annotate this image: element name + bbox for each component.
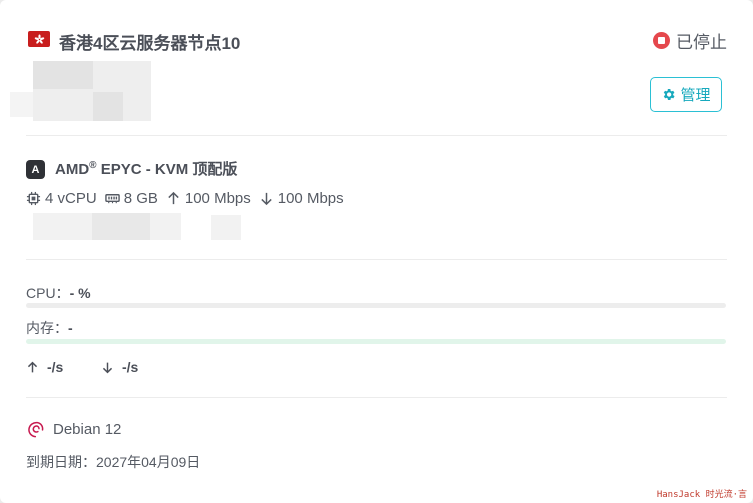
debian-logo-icon — [28, 421, 44, 438]
redacted-address-part — [10, 92, 33, 117]
manage-button[interactable]: 管理 — [650, 77, 722, 112]
status-indicator: 已停止 — [653, 28, 727, 53]
chip-icon — [26, 191, 41, 206]
cpu-vendor-badge: A — [26, 160, 45, 179]
memory-usage-bar — [26, 339, 726, 344]
server-title: 香港4区云服务器节点10 — [59, 34, 241, 53]
arrow-down-icon — [261, 192, 272, 206]
spec-row: 4 vCPU 8 GB 100 Mbps 100 Mbps — [26, 190, 352, 207]
arrow-up-icon — [168, 191, 179, 205]
download-rate: -/s — [101, 359, 138, 375]
memory-icon — [104, 194, 120, 204]
cpu-usage-label: CPU：- % — [26, 285, 91, 301]
os-info: Debian 12 — [26, 420, 121, 439]
server-card: 香港4区云服务器节点10 已停止 管理 A AMD® EPYC - KVM 顶配… — [0, 0, 753, 503]
divider — [26, 135, 727, 136]
download-bandwidth-spec: 100 Mbps — [259, 190, 344, 207]
divider — [26, 397, 727, 398]
memory-spec: 8 GB — [104, 190, 158, 207]
expire-date: 到期日期：2027年04月09日 — [26, 454, 201, 470]
status-label: 已停止 — [676, 33, 727, 52]
upload-rate: -/s — [26, 359, 63, 375]
vcpu-spec: 4 vCPU — [26, 190, 97, 207]
manage-label: 管理 — [680, 87, 711, 104]
os-name: Debian 12 — [53, 421, 122, 438]
watermark: HansJack 时光流·言 — [656, 490, 747, 500]
cpu-name: AMD® EPYC - KVM 顶配版 — [55, 160, 238, 178]
divider — [26, 259, 727, 260]
hong-kong-flag-icon — [28, 31, 50, 47]
redacted-address-part — [33, 61, 93, 89]
redacted-address-part — [93, 92, 123, 121]
arrow-up-icon — [27, 361, 38, 372]
arrow-down-icon — [102, 362, 113, 373]
cpu-usage-bar — [26, 303, 726, 308]
stopped-icon — [653, 32, 670, 49]
redacted-info-part — [92, 213, 150, 240]
gear-icon — [664, 89, 676, 100]
redacted-info-part — [211, 215, 241, 240]
memory-usage-label: 内存：- — [26, 320, 73, 336]
upload-bandwidth-spec: 100 Mbps — [166, 190, 251, 207]
